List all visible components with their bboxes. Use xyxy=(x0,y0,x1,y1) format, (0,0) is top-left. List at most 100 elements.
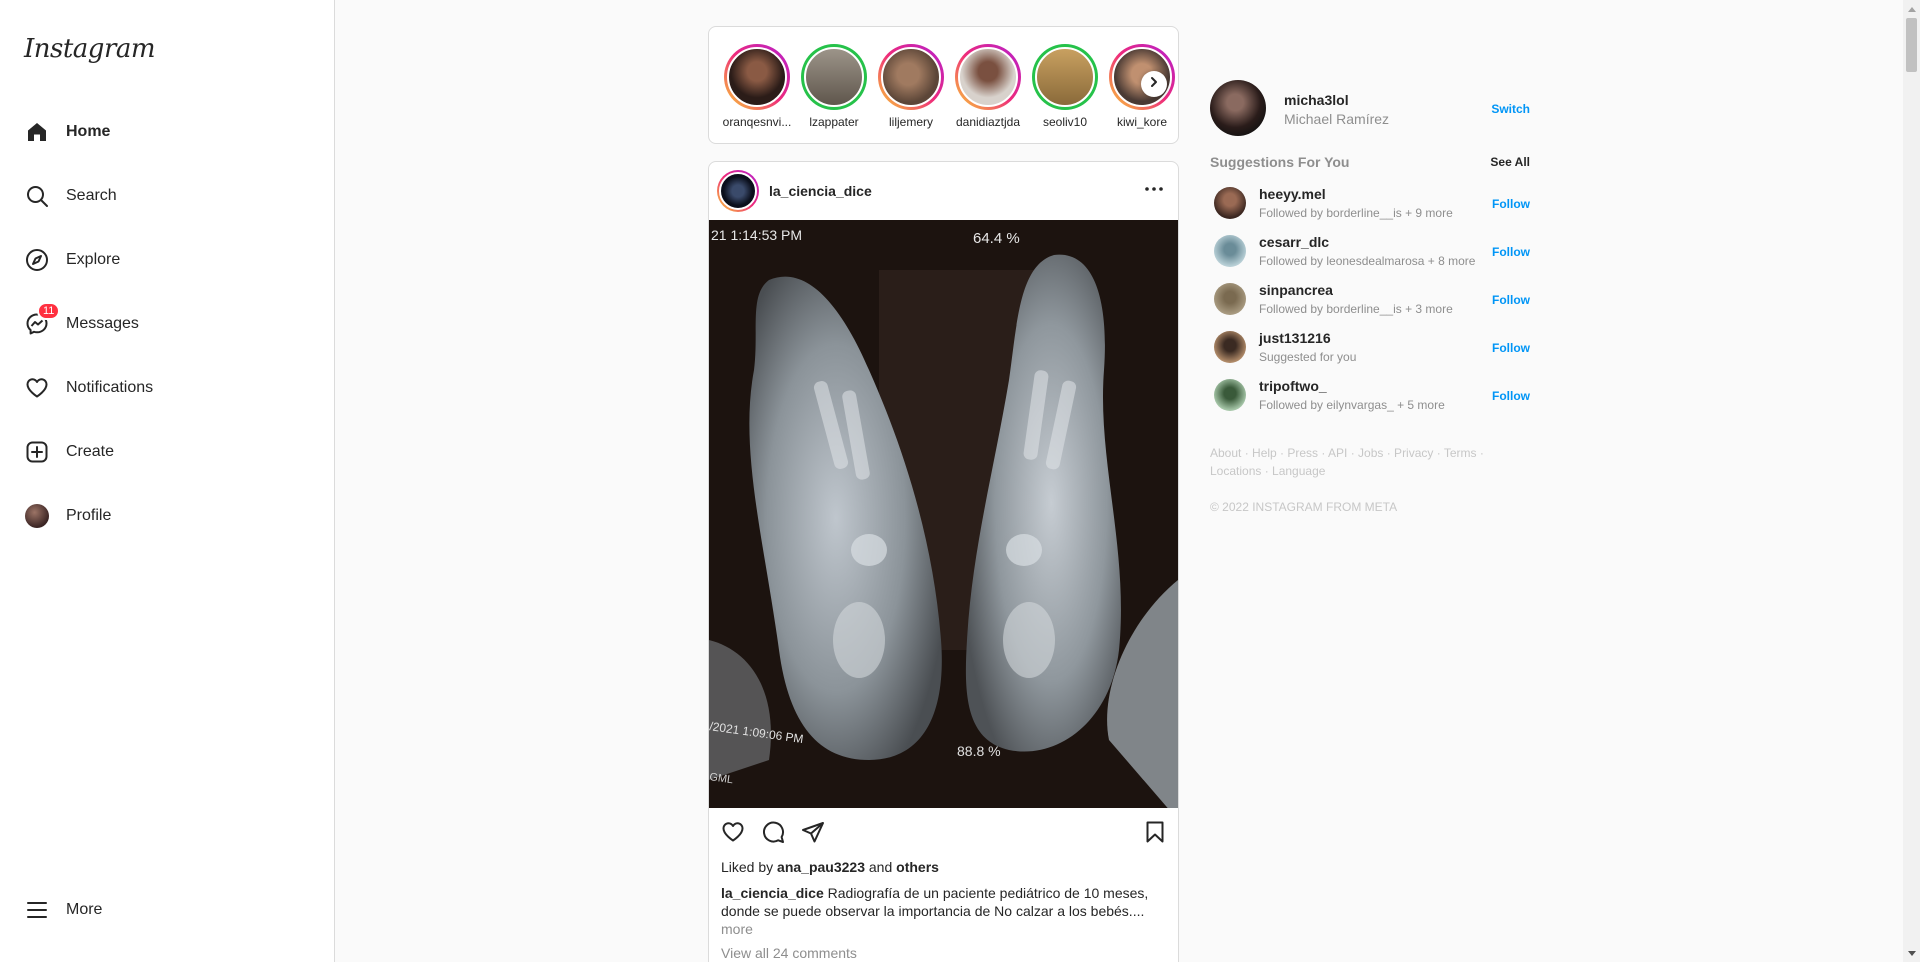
likes-and: and xyxy=(868,859,893,875)
nav-item-messages[interactable]: 11 Messages xyxy=(12,300,322,348)
story-item[interactable]: seoliv10 xyxy=(1029,44,1101,129)
main-nav: Home Search Explore 11 Messages Notifica… xyxy=(12,108,322,556)
story-ring xyxy=(801,44,867,110)
story-ring xyxy=(1032,44,1098,110)
nav-label-create: Create xyxy=(66,443,115,460)
post-actions xyxy=(709,818,1178,854)
suggestion-username[interactable]: tripoftwo_ xyxy=(1259,378,1327,394)
suggestion-username[interactable]: heeyy.mel xyxy=(1259,186,1326,202)
suggestion-avatar[interactable] xyxy=(1214,283,1246,315)
scroll-up-arrow-icon[interactable] xyxy=(1903,0,1920,17)
scrollbar-thumb[interactable] xyxy=(1906,18,1917,72)
nav-item-notifications[interactable]: Notifications xyxy=(12,364,322,412)
story-item[interactable]: lzappater xyxy=(798,44,870,129)
nav-item-profile[interactable]: Profile xyxy=(12,492,322,540)
stories-next-button[interactable] xyxy=(1141,71,1167,97)
compass-icon xyxy=(24,247,50,273)
suggestions-title: Suggestions For You xyxy=(1210,154,1350,170)
suggestion-subtitle: Followed by borderline__is + 9 more xyxy=(1259,206,1453,220)
story-username: liljemery xyxy=(888,115,933,129)
post-caption: la_ciencia_dice Radiografía de un pacien… xyxy=(721,884,1166,938)
footer-links[interactable]: About · Help · Press · API · Jobs · Priv… xyxy=(1210,444,1530,480)
story-item[interactable]: liljemery xyxy=(875,44,947,129)
story-ring xyxy=(724,44,790,110)
messages-badge: 11 xyxy=(37,302,61,320)
like-heart-icon[interactable] xyxy=(719,818,747,846)
switch-account-button[interactable]: Switch xyxy=(1491,102,1530,116)
likes-user-link[interactable]: ana_pau3223 xyxy=(777,859,865,875)
hamburger-icon xyxy=(24,897,50,923)
profile-avatar xyxy=(24,503,50,529)
messenger-icon: 11 xyxy=(24,302,61,337)
instagram-logo[interactable]: Instagram xyxy=(24,34,156,64)
stories-tray: oranqesnvi... lzappater liljemery danidi… xyxy=(708,26,1179,144)
suggestion-subtitle: Suggested for you xyxy=(1259,350,1357,364)
share-paper-plane-icon[interactable] xyxy=(799,818,827,846)
post-author-avatar[interactable] xyxy=(717,170,759,212)
nav-item-explore[interactable]: Explore xyxy=(12,236,322,284)
likes-prefix: Liked by xyxy=(721,859,774,875)
suggestion-subtitle: Followed by eilynvargas_ + 5 more xyxy=(1259,398,1445,412)
post-author-username[interactable]: la_ciencia_dice xyxy=(769,183,1142,199)
current-user-avatar[interactable] xyxy=(1210,80,1266,136)
caption-username[interactable]: la_ciencia_dice xyxy=(721,885,824,901)
current-user-username[interactable]: micha3lol xyxy=(1284,92,1349,108)
suggestion-avatar[interactable] xyxy=(1214,331,1246,363)
comment-icon[interactable] xyxy=(759,818,787,846)
suggestion-item: cesarr_dlc Followed by leonesdealmarosa … xyxy=(1210,231,1530,279)
nav-label-profile: Profile xyxy=(66,507,112,524)
view-comments-link[interactable]: View all 24 comments xyxy=(721,945,857,961)
suggestion-avatar[interactable] xyxy=(1214,187,1246,219)
follow-button[interactable]: Follow xyxy=(1492,293,1530,307)
story-username: seoliv10 xyxy=(1042,115,1088,129)
nav-item-home[interactable]: Home xyxy=(12,108,322,156)
xray-top-time: 21 1:14:53 PM xyxy=(711,227,802,243)
nav-label-explore: Explore xyxy=(66,251,121,268)
follow-button[interactable]: Follow xyxy=(1492,389,1530,403)
copyright-text: © 2022 INSTAGRAM FROM META xyxy=(1210,500,1398,514)
bookmark-icon[interactable] xyxy=(1141,818,1169,846)
suggestion-subtitle: Followed by leonesdealmarosa + 8 more xyxy=(1259,254,1476,268)
story-username: danidiaztjda xyxy=(955,115,1021,129)
caption-more-link[interactable]: more xyxy=(721,921,753,937)
suggestions-header: Suggestions For You See All xyxy=(1210,154,1530,170)
post-likes: Liked by ana_pau3223 and others xyxy=(721,859,939,875)
suggestion-avatar[interactable] xyxy=(1214,379,1246,411)
chevron-right-icon xyxy=(1148,75,1160,93)
see-all-link[interactable]: See All xyxy=(1490,155,1530,169)
suggestion-avatar[interactable] xyxy=(1214,235,1246,267)
story-ring xyxy=(955,44,1021,110)
post-header: la_ciencia_dice xyxy=(709,162,1178,220)
suggestion-username[interactable]: sinpancrea xyxy=(1259,282,1333,298)
nav-label-more: More xyxy=(66,901,103,918)
nav-item-search[interactable]: Search xyxy=(12,172,322,220)
story-item[interactable]: danidiaztjda xyxy=(952,44,1024,129)
nav-item-more[interactable]: More xyxy=(12,886,322,934)
post-image[interactable]: 21 1:14:53 PM 64.4 % /2021 1:09:06 PM 88… xyxy=(709,220,1178,808)
feed-post: la_ciencia_dice 21 1:14:53 PM 64.4 % /20… xyxy=(708,161,1179,962)
story-ring xyxy=(878,44,944,110)
heart-icon xyxy=(24,375,50,401)
suggestion-username[interactable]: cesarr_dlc xyxy=(1259,234,1329,250)
follow-button[interactable]: Follow xyxy=(1492,197,1530,211)
suggestion-username[interactable]: just131216 xyxy=(1259,330,1331,346)
nav-label-notifications: Notifications xyxy=(66,379,154,396)
suggestion-item: tripoftwo_ Followed by eilynvargas_ + 5 … xyxy=(1210,375,1530,423)
suggestion-item: sinpancrea Followed by borderline__is + … xyxy=(1210,279,1530,327)
scroll-down-arrow-icon[interactable] xyxy=(1903,945,1920,962)
suggestions-list: heeyy.mel Followed by borderline__is + 9… xyxy=(1210,183,1530,423)
story-username: kiwi_kore xyxy=(1116,115,1167,129)
follow-button[interactable]: Follow xyxy=(1492,245,1530,259)
likes-others-link[interactable]: others xyxy=(896,859,939,875)
story-username: oranqesnvi... xyxy=(722,115,792,129)
xray-bottom-pct: 88.8 % xyxy=(957,743,1001,759)
current-user-card: micha3lol Michael Ramírez Switch xyxy=(1210,80,1530,138)
story-username: lzappater xyxy=(809,115,859,129)
nav-item-create[interactable]: Create xyxy=(12,428,322,476)
page-scrollbar[interactable] xyxy=(1903,0,1920,962)
follow-button[interactable]: Follow xyxy=(1492,341,1530,355)
story-item[interactable]: oranqesnvi... xyxy=(721,44,793,129)
more-options-icon[interactable] xyxy=(1142,177,1166,206)
home-icon xyxy=(24,119,50,145)
nav-label-messages: Messages xyxy=(66,315,139,332)
